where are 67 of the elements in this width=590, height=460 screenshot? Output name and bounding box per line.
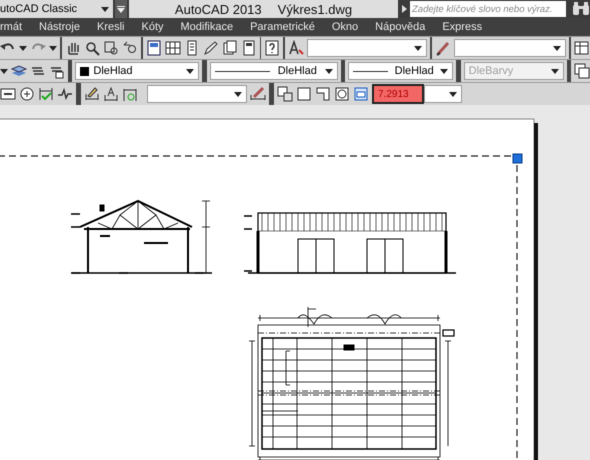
toolbar-grip[interactable]	[68, 60, 72, 82]
pencil-icon[interactable]	[202, 40, 219, 56]
caret-icon[interactable]	[49, 46, 57, 50]
scale-dropdown[interactable]	[424, 85, 462, 103]
caret-icon[interactable]	[101, 6, 109, 12]
menu-item[interactable]: Modifikace	[172, 21, 242, 33]
caret-icon[interactable]	[186, 68, 194, 74]
toolbar-grip[interactable]	[430, 37, 432, 59]
toolbar-grip[interactable]	[340, 60, 346, 82]
help-icon[interactable]	[264, 40, 280, 56]
grip-handle[interactable]	[512, 154, 522, 164]
jogged-line-icon[interactable]	[57, 86, 73, 102]
sheet-set-icon[interactable]	[222, 40, 238, 56]
caret-icon[interactable]	[19, 46, 27, 50]
viewport-layout-icon[interactable]	[277, 86, 293, 102]
caret-icon[interactable]	[414, 46, 422, 50]
menu-item[interactable]: Express	[434, 21, 492, 33]
menu-item[interactable]: Kóty	[133, 21, 172, 33]
clip-viewport-icon[interactable]	[353, 86, 369, 102]
dimension-text-icon[interactable]	[103, 86, 119, 102]
toolbar-grip[interactable]	[269, 83, 274, 105]
zoom-window-icon[interactable]	[102, 40, 119, 56]
object-viewport-icon[interactable]	[334, 86, 350, 102]
properties-icon[interactable]	[146, 40, 162, 56]
caret-icon[interactable]	[440, 68, 448, 74]
dimension-update-icon[interactable]	[122, 86, 138, 102]
caret-icon[interactable]	[553, 46, 562, 50]
linetype-dropdown[interactable]: DleHlad	[210, 62, 338, 80]
toolbar-grip[interactable]	[76, 83, 81, 105]
app-title: AutoCAD 2013	[174, 2, 262, 16]
zoom-icon[interactable]	[84, 40, 100, 56]
menu-item[interactable]: Kresli	[88, 21, 134, 33]
inspect-dimension-icon[interactable]	[38, 86, 54, 102]
binoculars-icon[interactable]	[572, 2, 590, 16]
toolbar-grip[interactable]	[140, 37, 143, 59]
calculator-icon[interactable]	[240, 40, 257, 56]
file-name: Výkres1.dwg	[278, 2, 352, 16]
quick-access-menu-button[interactable]	[115, 0, 127, 18]
table-style-icon[interactable]	[574, 40, 590, 56]
caret-icon[interactable]	[0, 68, 8, 74]
toolbar-grip[interactable]	[456, 60, 461, 82]
caret-icon[interactable]	[449, 92, 457, 96]
text-style-icon[interactable]	[288, 40, 304, 56]
caret-icon[interactable]	[234, 92, 242, 96]
dimension-text-edit-icon[interactable]	[84, 86, 100, 102]
menu-item[interactable]: rmát	[0, 21, 31, 33]
workspace-dropdown[interactable]: utoCAD Classic	[0, 0, 113, 18]
menu-item[interactable]: Okno	[324, 21, 368, 33]
lineweight-dropdown[interactable]: DleHlad	[348, 62, 454, 80]
viewports-icon[interactable]	[574, 63, 590, 79]
dimension-edit-icon[interactable]	[0, 86, 16, 102]
toolbar-grip[interactable]	[202, 60, 207, 82]
menu-item[interactable]: Nástroje	[31, 21, 89, 33]
menu-item[interactable]: Parametrické	[242, 21, 324, 33]
caret-icon[interactable]	[117, 6, 125, 12]
single-viewport-icon[interactable]	[296, 86, 312, 102]
polygon-viewport-icon[interactable]	[315, 86, 331, 102]
layer-properties-icon[interactable]	[11, 63, 27, 79]
expand-arrow-icon[interactable]	[402, 5, 406, 13]
search-field[interactable]: Zadejte klíčové slovo nebo výraz.	[410, 1, 566, 17]
menu-item[interactable]: Nápověda	[367, 21, 434, 33]
toolbar-grip[interactable]	[283, 37, 286, 59]
color-dropdown[interactable]: DleHlad	[75, 62, 200, 80]
center-mark-icon[interactable]	[19, 86, 35, 102]
caret-icon[interactable]	[324, 68, 333, 74]
zoom-previous-icon[interactable]	[122, 40, 138, 56]
toolbar-grip[interactable]	[566, 60, 572, 82]
